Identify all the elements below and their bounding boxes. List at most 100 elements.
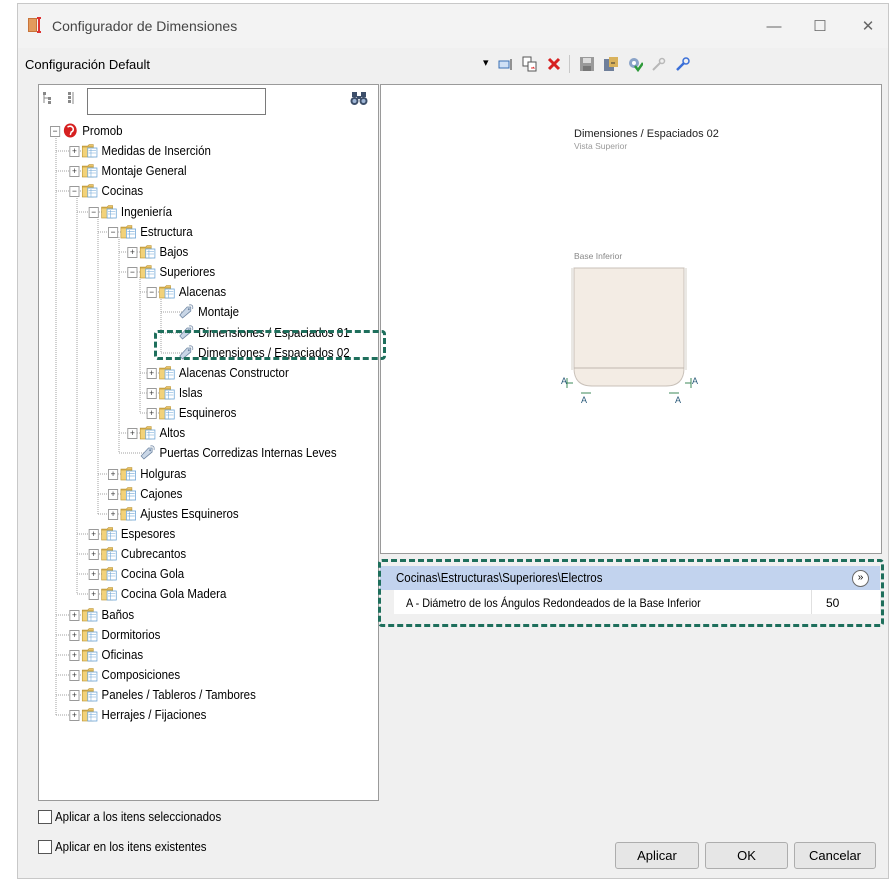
- tree-node[interactable]: Montaje: [39, 303, 347, 321]
- tree-node[interactable]: + Cocina Gola: [39, 565, 347, 583]
- cancel-button[interactable]: Cancelar: [794, 842, 876, 869]
- preview-title: Dimensiones / Espaciados 02: [574, 128, 719, 140]
- apply-button[interactable]: Aplicar: [615, 842, 699, 869]
- folder-icon: [120, 506, 137, 521]
- tree-node[interactable]: + Islas: [39, 384, 347, 402]
- tree-node[interactable]: + Cubrecantos: [39, 545, 347, 563]
- collapse-minus-icon[interactable]: −: [50, 126, 61, 137]
- tree-node[interactable]: + Esquineros: [39, 404, 347, 422]
- tree-node-label: Montaje General: [101, 164, 187, 178]
- expand-tree-icon[interactable]: [66, 91, 80, 105]
- tree-node[interactable]: + Holguras: [39, 465, 347, 483]
- tree-node[interactable]: − Alacenas: [39, 283, 347, 301]
- collapse-minus-icon[interactable]: −: [69, 186, 80, 197]
- folder-icon: [81, 647, 98, 662]
- delete-icon[interactable]: [546, 56, 562, 72]
- folder-icon: [101, 586, 118, 601]
- folder-icon: [81, 707, 98, 722]
- expand-plus-icon[interactable]: +: [146, 408, 157, 419]
- tree-node-label: Montaje: [198, 305, 240, 319]
- configuration-dropdown[interactable]: ▾: [483, 56, 489, 69]
- export-icon[interactable]: [603, 56, 619, 72]
- tree-node[interactable]: + Espesores: [39, 525, 347, 543]
- expand-plus-icon[interactable]: +: [69, 690, 80, 701]
- folder-icon: [101, 566, 118, 581]
- close-button[interactable]: ✕: [850, 14, 886, 40]
- expand-plus-icon[interactable]: +: [88, 549, 99, 560]
- collapse-minus-icon[interactable]: −: [146, 287, 157, 298]
- link-icon[interactable]: [651, 56, 667, 72]
- expand-plus-icon[interactable]: +: [108, 509, 119, 520]
- tree-node[interactable]: − Superiores: [39, 263, 347, 281]
- apply-selected-checkbox[interactable]: [38, 810, 52, 824]
- apply-existing-checkbox[interactable]: [38, 840, 52, 854]
- pin-icon[interactable]: [675, 56, 691, 72]
- tree-node[interactable]: + Alacenas Constructor: [39, 364, 347, 382]
- expand-plus-icon[interactable]: +: [108, 469, 119, 480]
- tree-node[interactable]: + Baños: [39, 606, 347, 624]
- tree-node[interactable]: + Altos: [39, 424, 347, 442]
- tree-node[interactable]: − Cocinas: [39, 182, 347, 200]
- folder-icon: [120, 486, 137, 501]
- copy-icon[interactable]: [522, 56, 538, 72]
- expand-plus-icon[interactable]: +: [88, 569, 99, 580]
- expand-plus-icon[interactable]: +: [69, 630, 80, 641]
- property-highlight: [378, 559, 884, 627]
- toolbar-separator: [569, 55, 570, 73]
- folder-icon: [81, 627, 98, 642]
- folder-icon: [139, 425, 156, 440]
- tree-node[interactable]: Puertas Corredizas Internas Leves: [39, 444, 347, 462]
- tree-node-label: Bajos: [159, 245, 189, 259]
- expand-plus-icon[interactable]: +: [108, 489, 119, 500]
- tree-node[interactable]: − Estructura: [39, 223, 347, 241]
- settings-icon[interactable]: [627, 56, 643, 72]
- expand-plus-icon[interactable]: +: [127, 428, 138, 439]
- folder-icon: [159, 385, 176, 400]
- tree-node[interactable]: + Medidas de Inserción: [39, 142, 347, 160]
- tree-node[interactable]: + Composiciones: [39, 666, 347, 684]
- expand-plus-icon[interactable]: +: [69, 670, 80, 681]
- expand-plus-icon[interactable]: +: [69, 710, 80, 721]
- collapse-minus-icon[interactable]: −: [127, 267, 138, 278]
- tree-node[interactable]: + Dormitorios: [39, 626, 347, 644]
- expand-plus-icon[interactable]: +: [146, 388, 157, 399]
- tree-node[interactable]: − Promob: [39, 122, 347, 140]
- tree-node-label: Paneles / Tableros / Tambores: [101, 688, 256, 702]
- tree-node-label: Altos: [159, 426, 186, 440]
- tree-search-input[interactable]: [87, 88, 266, 115]
- expand-plus-icon[interactable]: +: [69, 650, 80, 661]
- folder-icon: [81, 183, 98, 198]
- expand-plus-icon[interactable]: +: [146, 368, 157, 379]
- binoculars-icon[interactable]: [350, 90, 368, 106]
- tree-node[interactable]: + Montaje General: [39, 162, 347, 180]
- tree-node[interactable]: − Ingeniería: [39, 203, 347, 221]
- minimize-button[interactable]: —: [756, 14, 792, 40]
- tree-node[interactable]: + Herrajes / Fijaciones: [39, 706, 347, 724]
- tree-node[interactable]: + Paneles / Tableros / Tambores: [39, 686, 347, 704]
- expand-plus-icon[interactable]: +: [88, 529, 99, 540]
- save-icon[interactable]: [579, 56, 595, 72]
- rename-icon[interactable]: [498, 56, 514, 72]
- tree-node[interactable]: + Cocina Gola Madera: [39, 585, 347, 603]
- collapse-minus-icon[interactable]: −: [88, 207, 99, 218]
- collapse-minus-icon[interactable]: −: [108, 227, 119, 238]
- expand-plus-icon[interactable]: +: [88, 589, 99, 600]
- tree-node-label: Cocina Gola: [120, 567, 185, 581]
- maximize-button[interactable]: ☐: [802, 14, 838, 40]
- folder-icon: [139, 244, 156, 259]
- expand-plus-icon[interactable]: +: [69, 146, 80, 157]
- tree-node[interactable]: + Cajones: [39, 485, 347, 503]
- collapse-tree-icon[interactable]: [42, 91, 56, 105]
- tree-node[interactable]: + Oficinas: [39, 646, 347, 664]
- expand-plus-icon[interactable]: +: [127, 247, 138, 258]
- folder-icon: [81, 607, 98, 622]
- tree-node-label: Holguras: [140, 467, 187, 481]
- folder-icon: [101, 546, 118, 561]
- expand-plus-icon[interactable]: +: [69, 610, 80, 621]
- tree-node-label: Promob: [82, 124, 123, 138]
- tree-node[interactable]: + Bajos: [39, 243, 347, 261]
- apply-selected-label: Aplicar a los itens seleccionados: [55, 810, 222, 824]
- ok-button[interactable]: OK: [705, 842, 788, 869]
- tree-node[interactable]: + Ajustes Esquineros: [39, 505, 347, 523]
- expand-plus-icon[interactable]: +: [69, 166, 80, 177]
